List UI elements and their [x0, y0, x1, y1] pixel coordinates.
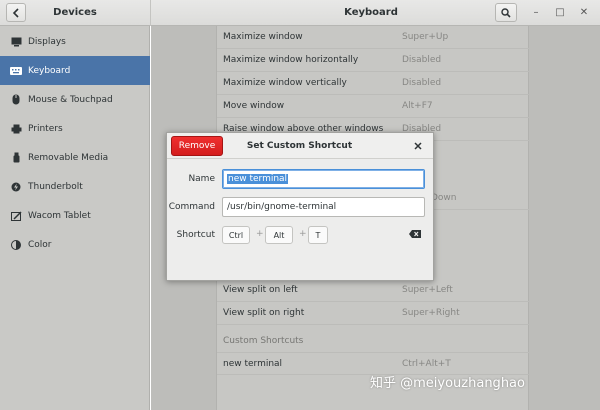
- tablet-icon: [10, 210, 22, 222]
- command-field-value: /usr/bin/gnome-terminal: [227, 202, 337, 212]
- clear-shortcut-button[interactable]: [409, 229, 421, 239]
- minimize-button[interactable]: –: [528, 4, 544, 20]
- shortcut-accel: Alt+F7: [402, 101, 433, 111]
- maximize-button[interactable]: □: [552, 4, 568, 20]
- dialog-close-button[interactable]: [411, 139, 425, 153]
- shortcut-accel: Super+Left: [402, 285, 453, 295]
- sidebar-item-label: Keyboard: [28, 65, 71, 76]
- set-custom-shortcut-dialog: Remove Set Custom Shortcut Name new term…: [166, 132, 434, 281]
- shortcut-name: new terminal: [223, 358, 283, 369]
- name-label: Name: [188, 174, 215, 184]
- sidebar-item-label: Wacom Tablet: [28, 210, 91, 221]
- sidebar-item-mouse-touchpad[interactable]: Mouse & Touchpad: [0, 85, 150, 114]
- sidebar: Displays Keyboard Mouse & Touchpad Print…: [0, 26, 150, 410]
- sidebar-item-thunderbolt[interactable]: Thunderbolt: [0, 172, 150, 201]
- color-icon: [10, 239, 22, 251]
- search-icon: [501, 7, 511, 18]
- shortcut-name: Maximize window: [223, 32, 303, 42]
- keyboard-icon: [10, 65, 22, 77]
- shortcut-accel: Down: [431, 193, 457, 203]
- command-label: Command: [168, 202, 215, 212]
- sidebar-item-label: Printers: [28, 123, 63, 134]
- shortcut-row[interactable]: View split on right Super+Right: [217, 302, 530, 325]
- shortcut-name: Maximize window horizontally: [223, 55, 359, 65]
- dialog-title: Set Custom Shortcut: [246, 141, 353, 151]
- search-button[interactable]: [495, 3, 517, 22]
- shortcut-accel: Super+Right: [402, 308, 460, 318]
- page-title: Keyboard: [344, 7, 398, 18]
- printer-icon: [10, 123, 22, 135]
- shortcut-key-alt: Alt: [265, 226, 293, 244]
- sidebar-item-label: Mouse & Touchpad: [28, 94, 113, 105]
- name-field-value: new terminal: [227, 174, 289, 184]
- shortcut-name: View split on right: [223, 308, 305, 318]
- shortcut-name: Maximize window vertically: [223, 78, 347, 88]
- sidebar-item-printers[interactable]: Printers: [0, 114, 150, 143]
- left-edge-strip: [0, 116, 3, 256]
- shortcut-row[interactable]: View split on left Super+Left: [217, 279, 530, 302]
- remove-button[interactable]: Remove: [171, 136, 223, 156]
- name-field[interactable]: new terminal: [222, 169, 425, 189]
- close-window-button[interactable]: ✕: [576, 4, 592, 20]
- watermark: 知乎 @meiyouzhanghao: [370, 376, 525, 391]
- header-bar: Devices Keyboard – □ ✕: [0, 0, 600, 26]
- sidebar-item-removable-media[interactable]: Removable Media: [0, 143, 150, 172]
- chevron-left-icon: [12, 7, 19, 18]
- shortcut-accel: Super+Up: [402, 32, 449, 42]
- sidebar-item-displays[interactable]: Displays: [0, 27, 150, 56]
- usb-icon: [10, 152, 22, 164]
- shortcut-name: Move window: [223, 101, 285, 111]
- back-button[interactable]: [6, 3, 26, 22]
- shortcut-accel: Disabled: [402, 78, 442, 88]
- sidebar-item-label: Displays: [28, 36, 66, 47]
- display-icon: [10, 36, 22, 48]
- shortcut-label: Shortcut: [176, 230, 215, 240]
- shortcut-key-ctrl: Ctrl: [222, 226, 250, 244]
- backspace-icon: [409, 230, 421, 238]
- shortcut-plus: +: [299, 229, 307, 239]
- custom-shortcuts-header: Custom Shortcuts: [223, 336, 304, 346]
- shortcut-accel: Disabled: [402, 55, 442, 65]
- command-field[interactable]: /usr/bin/gnome-terminal: [222, 197, 425, 217]
- shortcut-name: View split on left: [223, 285, 298, 295]
- sidebar-item-color[interactable]: Color: [0, 230, 150, 259]
- sidebar-item-label: Removable Media: [28, 152, 109, 163]
- shortcut-row[interactable]: Maximize window vertically Disabled: [217, 72, 530, 95]
- shortcut-row[interactable]: Move window Alt+F7: [217, 95, 530, 118]
- sidebar-item-label: Color: [28, 239, 52, 250]
- mouse-icon: [10, 94, 22, 106]
- thunderbolt-icon: [10, 181, 22, 193]
- close-icon: [414, 142, 422, 150]
- shortcut-key-t: T: [308, 226, 328, 244]
- sidebar-item-wacom-tablet[interactable]: Wacom Tablet: [0, 201, 150, 230]
- sidebar-item-keyboard[interactable]: Keyboard: [0, 56, 150, 85]
- shortcut-row[interactable]: Maximize window Super+Up: [217, 26, 530, 49]
- shortcut-row[interactable]: Maximize window horizontally Disabled: [217, 49, 530, 72]
- dialog-header: Remove Set Custom Shortcut: [167, 133, 433, 159]
- sidebar-item-label: Thunderbolt: [28, 181, 83, 192]
- shortcut-accel: Ctrl+Alt+T: [402, 358, 451, 369]
- shortcut-plus: +: [256, 229, 264, 239]
